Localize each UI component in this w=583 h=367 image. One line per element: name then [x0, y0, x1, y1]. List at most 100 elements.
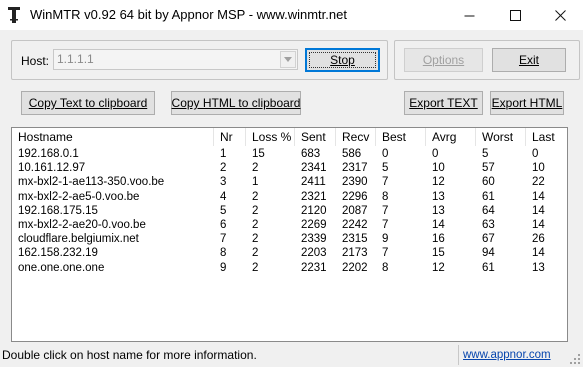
cell-avrg: 10 [432, 162, 445, 175]
maximize-button[interactable] [492, 0, 538, 30]
cell-hostname[interactable]: 10.161.12.97 [12, 161, 214, 175]
cell-hostname[interactable]: mx-bxl2-2-ae5-0.voo.be [12, 190, 214, 204]
close-icon [554, 9, 566, 21]
cell-worst: 57 [482, 162, 495, 175]
cell-recv: 2173 [342, 247, 368, 260]
minimize-button[interactable] [446, 0, 492, 30]
cell-best: 9 [382, 233, 389, 246]
table-row[interactable]: mx-bxl2-1-ae113-350.voo.be 3 1 2411 2390 7 12 6… [12, 175, 567, 189]
cell-avrg: 16 [432, 233, 445, 246]
minimize-icon [464, 15, 474, 16]
cell-worst: 61 [482, 261, 495, 274]
copy-html-label: Copy HTML to clipboard [171, 96, 301, 110]
cell-recv: 586 [342, 148, 362, 160]
export-text-button[interactable]: Export TEXT [404, 91, 483, 115]
cell-hostname[interactable]: one.one.one.one [12, 261, 214, 275]
close-button[interactable] [537, 0, 583, 30]
cell-hostname[interactable]: mx-bxl2-1-ae113-350.voo.be [12, 175, 214, 189]
cell-sent: 2269 [301, 219, 327, 231]
cell-hostname[interactable]: 192.168.0.1 [12, 147, 214, 161]
cell-nr: 4 [220, 190, 227, 203]
status-separator [458, 345, 459, 365]
copy-text-label: Copy Text to clipboard [28, 96, 148, 110]
cell-best: 8 [382, 261, 389, 274]
cell-recv: 2317 [342, 162, 368, 175]
host-dropdown-button[interactable] [280, 51, 296, 68]
cell-nr: 2 [220, 162, 227, 175]
cell-hostname[interactable]: mx-bxl2-2-ae20-0.voo.be [12, 218, 214, 232]
cell-sent: 2339 [301, 233, 327, 246]
table-row[interactable]: cloudflare.belgiumix.net 7 2 2339 2315 9 16 67 2… [12, 232, 567, 246]
column-header-best[interactable]: Best [376, 128, 426, 146]
cell-recv: 2315 [342, 233, 368, 246]
cell-worst: 64 [482, 204, 495, 217]
cell-avrg: 12 [432, 176, 445, 189]
column-header-nr[interactable]: Nr [214, 128, 246, 146]
cell-nr: 5 [220, 204, 227, 217]
table-row[interactable]: mx-bxl2-2-ae20-0.voo.be 6 2 2269 2242 7 14 63 14 [12, 218, 567, 232]
cell-last: 10 [532, 162, 545, 175]
cell-best: 7 [382, 247, 389, 260]
chevron-down-icon [284, 57, 292, 62]
column-header-hostname[interactable]: Hostname [12, 128, 214, 146]
appnor-link[interactable]: www.appnor.com [463, 349, 551, 361]
cell-avrg: 0 [432, 148, 439, 160]
cell-loss: 2 [252, 219, 259, 231]
cell-loss: 1 [252, 176, 259, 189]
cell-last: 14 [532, 219, 545, 231]
cell-recv: 2390 [342, 176, 368, 189]
column-header-sent[interactable]: Sent [295, 128, 336, 146]
cell-best: 5 [382, 162, 389, 175]
stop-button[interactable]: Stop [305, 48, 380, 72]
exit-button[interactable]: Exit [492, 48, 566, 72]
options-button[interactable]: Options [404, 48, 483, 72]
cell-hostname[interactable]: cloudflare.belgiumix.net [12, 232, 214, 246]
cell-worst: 5 [482, 148, 489, 160]
exit-button-label: Exit [518, 53, 539, 67]
cell-last: 14 [532, 190, 545, 203]
cell-recv: 2087 [342, 204, 368, 217]
cell-worst: 60 [482, 176, 495, 189]
table-row[interactable]: mx-bxl2-2-ae5-0.voo.be 4 2 2321 2296 8 13 61 14 [12, 190, 567, 204]
copy-text-button[interactable]: Copy Text to clipboard [21, 91, 155, 115]
cell-nr: 7 [220, 233, 227, 246]
cell-avrg: 13 [432, 204, 445, 217]
table-row[interactable]: 192.168.175.15 5 2 2120 2087 7 13 64 14 [12, 204, 567, 218]
host-input-value[interactable]: 1.1.1.1 [57, 52, 94, 66]
cell-hostname[interactable]: 192.168.175.15 [12, 204, 214, 218]
column-header-last[interactable]: Last [526, 128, 567, 146]
column-header-worst[interactable]: Worst [476, 128, 526, 146]
cell-loss: 2 [252, 261, 259, 274]
cell-hostname[interactable]: 162.158.232.19 [12, 246, 214, 260]
cell-avrg: 15 [432, 247, 445, 260]
cell-best: 8 [382, 190, 389, 203]
maximize-icon [509, 9, 521, 21]
table-row[interactable]: 192.168.0.1 1 15 683 586 0 0 5 0 [12, 147, 567, 161]
column-header-avrg[interactable]: Avrg [426, 128, 476, 146]
cell-worst: 61 [482, 190, 495, 203]
cell-nr: 1 [220, 148, 227, 160]
cell-loss: 15 [252, 148, 265, 160]
cell-loss: 2 [252, 204, 259, 217]
cell-last: 14 [532, 247, 545, 260]
cell-nr: 9 [220, 261, 227, 274]
table-row[interactable]: 162.158.232.19 8 2 2203 2173 7 15 94 14 [12, 246, 567, 260]
cell-loss: 2 [252, 247, 259, 260]
stop-button-label: Stop [330, 53, 355, 67]
results-table[interactable]: Hostname Nr Loss % Sent Recv Best Avrg W… [11, 127, 568, 342]
resize-grip-icon[interactable] [569, 353, 581, 365]
export-html-button[interactable]: Export HTML [490, 91, 564, 115]
column-header-recv[interactable]: Recv [336, 128, 376, 146]
cell-best: 0 [382, 148, 389, 160]
table-row[interactable]: 10.161.12.97 2 2 2341 2317 5 10 57 10 [12, 161, 567, 175]
cell-last: 22 [532, 176, 545, 189]
cell-worst: 63 [482, 219, 495, 231]
cell-recv: 2242 [342, 219, 368, 231]
copy-html-button[interactable]: Copy HTML to clipboard [171, 91, 301, 115]
cell-sent: 683 [301, 148, 321, 160]
cell-best: 7 [382, 204, 389, 217]
column-header-loss[interactable]: Loss % [246, 128, 295, 146]
cell-sent: 2341 [301, 162, 327, 175]
export-text-label: Export TEXT [409, 96, 478, 110]
table-row[interactable]: one.one.one.one 9 2 2231 2202 8 12 61 13 [12, 261, 567, 275]
